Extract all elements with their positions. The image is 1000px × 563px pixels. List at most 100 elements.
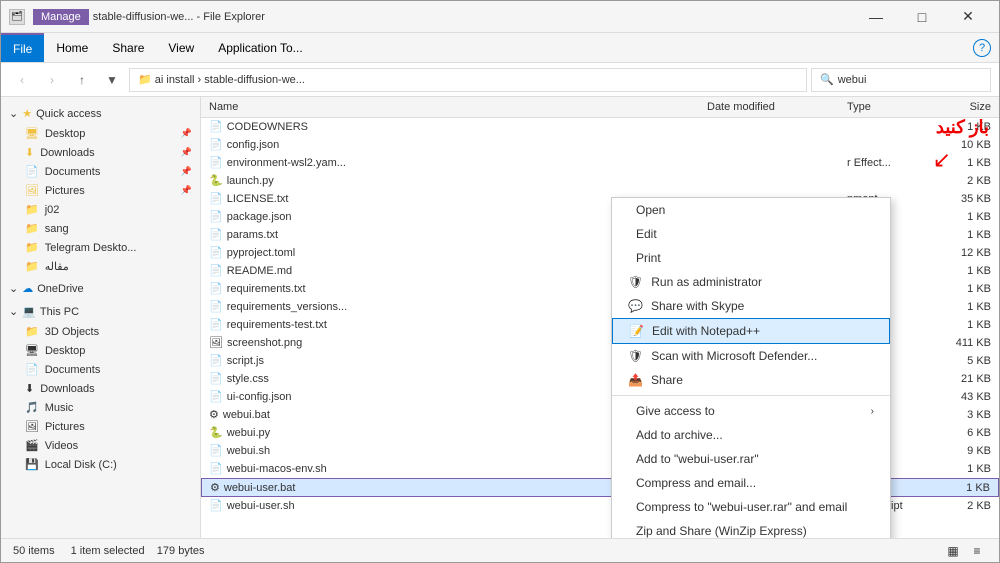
menu-item-run-admin[interactable]: 🛡Run as administrator bbox=[612, 270, 890, 294]
sidebar-item-documents2[interactable]: 📄 Documents bbox=[1, 360, 200, 379]
file-icon: 🐍 bbox=[209, 174, 223, 187]
sidebar-item-3d[interactable]: 📁 3D Objects bbox=[1, 322, 200, 341]
menu-item-share[interactable]: 📤Share bbox=[612, 368, 890, 392]
menu-item-open[interactable]: Open bbox=[612, 198, 890, 222]
table-row[interactable]: 📄environment-wsl2.yam...r Effect...1 KB bbox=[201, 154, 999, 172]
column-size[interactable]: Size bbox=[939, 99, 999, 115]
quick-access-header[interactable]: ⌄ ★ Quick access bbox=[1, 103, 200, 124]
status-bar: 50 items 1 item selected 179 bytes ▦ ≡ bbox=[1, 538, 999, 562]
sidebar-item-article[interactable]: 📁 مقاله bbox=[1, 257, 200, 276]
sidebar-item-label: Desktop bbox=[45, 345, 85, 357]
sidebar-item-label: Videos bbox=[45, 440, 78, 452]
sidebar-item-j02[interactable]: 📁 j02 bbox=[1, 200, 200, 219]
star-icon: ★ bbox=[22, 107, 32, 120]
sidebar-item-label: Documents bbox=[45, 166, 101, 178]
sidebar-item-pictures[interactable]: 🖼 Pictures 📌 bbox=[1, 181, 200, 200]
file-icon: 📄 bbox=[209, 300, 223, 313]
this-pc-section: ⌄ 💻 This PC 📁 3D Objects 🖥 Desktop 📄 Doc… bbox=[1, 301, 200, 474]
forward-button[interactable]: › bbox=[39, 67, 65, 93]
chevron-down-icon: ⌄ bbox=[9, 305, 18, 318]
menu-item-scan[interactable]: 🛡Scan with Microsoft Defender... bbox=[612, 344, 890, 368]
file-list-header: Name Date modified Type Size bbox=[201, 97, 999, 118]
red-arrow: ↙ bbox=[933, 147, 951, 173]
sidebar-item-downloads[interactable]: ⬇ Downloads 📌 bbox=[1, 143, 200, 162]
pin-icon: 📌 bbox=[181, 185, 192, 196]
this-pc-header[interactable]: ⌄ 💻 This PC bbox=[1, 301, 200, 322]
recent-button[interactable]: ▼ bbox=[99, 67, 125, 93]
sidebar-item-desktop2[interactable]: 🖥 Desktop bbox=[1, 341, 200, 360]
folder-icon: 🎵 bbox=[25, 401, 39, 414]
menu-item-add-rar[interactable]: Add to "webui-user.rar" bbox=[612, 447, 890, 471]
onedrive-label: OneDrive bbox=[37, 283, 83, 295]
menu-item-compress-email[interactable]: Compress and email... bbox=[612, 471, 890, 495]
sidebar-item-label: sang bbox=[45, 223, 69, 235]
menu-item-edit[interactable]: Edit bbox=[612, 222, 890, 246]
sidebar-item-telegram[interactable]: 📁 Telegram Deskto... bbox=[1, 238, 200, 257]
minimize-button[interactable]: — bbox=[853, 1, 899, 33]
up-button[interactable]: ↑ bbox=[69, 67, 95, 93]
tab-share[interactable]: Share bbox=[100, 33, 156, 62]
help-button[interactable]: ? bbox=[973, 39, 991, 57]
details-view-button[interactable]: ▦ bbox=[943, 541, 963, 561]
tab-file[interactable]: File bbox=[1, 33, 44, 62]
sidebar-item-desktop[interactable]: 🖥 Desktop 📌 bbox=[1, 124, 200, 143]
notepad-icon: 📝 bbox=[629, 324, 644, 338]
file-icon: 📄 bbox=[209, 444, 223, 457]
folder-icon: ⬇ bbox=[25, 382, 34, 395]
address-path[interactable]: 📁 ai install › stable-diffusion-we... bbox=[129, 68, 807, 92]
close-button[interactable]: ✕ bbox=[945, 1, 991, 33]
list-view-button[interactable]: ≡ bbox=[967, 541, 987, 561]
sidebar-item-label: Pictures bbox=[45, 185, 85, 197]
tab-view[interactable]: View bbox=[156, 33, 206, 62]
table-row[interactable]: 📄CODEOWNERS1 KB bbox=[201, 118, 999, 136]
selected-info: 1 item selected 179 bytes bbox=[71, 545, 205, 557]
sidebar-item-music[interactable]: 🎵 Music bbox=[1, 398, 200, 417]
folder-icon: 🖼 bbox=[25, 184, 39, 197]
search-input[interactable]: 🔍 webui bbox=[811, 68, 991, 92]
back-button[interactable]: ‹ bbox=[9, 67, 35, 93]
menu-item-zip-share[interactable]: Zip and Share (WinZip Express) bbox=[612, 519, 890, 538]
menu-item-give-access[interactable]: Give access to› bbox=[612, 399, 890, 423]
tab-home[interactable]: Home bbox=[44, 33, 100, 62]
main-content: ⌄ ★ Quick access 🖥 Desktop 📌 ⬇ Downloads… bbox=[1, 97, 999, 538]
sidebar-item-documents[interactable]: 📄 Documents 📌 bbox=[1, 162, 200, 181]
tab-application[interactable]: Application To... bbox=[206, 33, 315, 62]
sidebar-item-sang[interactable]: 📁 sang bbox=[1, 219, 200, 238]
cloud-icon: ☁ bbox=[22, 282, 33, 295]
sidebar-item-label: Desktop bbox=[45, 128, 85, 140]
sidebar-item-pictures2[interactable]: 🖼 Pictures bbox=[1, 417, 200, 436]
menu-item-compress-rar-email[interactable]: Compress to "webui-user.rar" and email bbox=[612, 495, 890, 519]
pin-icon: 📌 bbox=[181, 147, 192, 158]
file-icon: 📄 bbox=[209, 192, 223, 205]
file-icon: 📄 bbox=[209, 156, 223, 169]
table-row[interactable]: 📄config.json10 KB bbox=[201, 136, 999, 154]
onedrive-section: ⌄ ☁ OneDrive bbox=[1, 278, 200, 299]
pin-icon: 📌 bbox=[181, 166, 192, 177]
breadcrumb: 📁 ai install › stable-diffusion-we... bbox=[138, 73, 305, 86]
menu-item-edit-notepad[interactable]: 📝Edit with Notepad++ bbox=[612, 318, 890, 344]
menu-item-add-archive[interactable]: Add to archive... bbox=[612, 423, 890, 447]
maximize-button[interactable]: □ bbox=[899, 1, 945, 33]
file-icon: 📄 bbox=[209, 282, 223, 295]
file-icon: 📄 bbox=[209, 462, 223, 475]
sidebar-item-local-disk[interactable]: 💾 Local Disk (C:) bbox=[1, 455, 200, 474]
chevron-down-icon: ⌄ bbox=[9, 282, 18, 295]
menu-separator bbox=[612, 395, 890, 396]
column-date[interactable]: Date modified bbox=[699, 99, 839, 115]
table-row[interactable]: 🐍launch.py2 KB bbox=[201, 172, 999, 190]
column-name[interactable]: Name bbox=[201, 99, 699, 115]
sidebar-item-label: j02 bbox=[45, 204, 60, 216]
search-icon: 🔍 bbox=[820, 73, 834, 86]
column-type[interactable]: Type bbox=[839, 99, 939, 115]
sidebar-item-videos[interactable]: 🎬 Videos bbox=[1, 436, 200, 455]
menu-item-print[interactable]: Print bbox=[612, 246, 890, 270]
file-icon: 📄 bbox=[209, 138, 223, 151]
sidebar-item-downloads2[interactable]: ⬇ Downloads bbox=[1, 379, 200, 398]
folder-icon: 🖼 bbox=[25, 420, 39, 433]
menu-item-share-skype[interactable]: 💬Share with Skype bbox=[612, 294, 890, 318]
onedrive-header[interactable]: ⌄ ☁ OneDrive bbox=[1, 278, 200, 299]
main-window: 🗂 Manage stable-diffusion-we... - File E… bbox=[0, 0, 1000, 563]
items-count: 50 items bbox=[13, 545, 55, 557]
file-icon: 📄 bbox=[209, 264, 223, 277]
folder-icon: ⬇ bbox=[25, 146, 34, 159]
